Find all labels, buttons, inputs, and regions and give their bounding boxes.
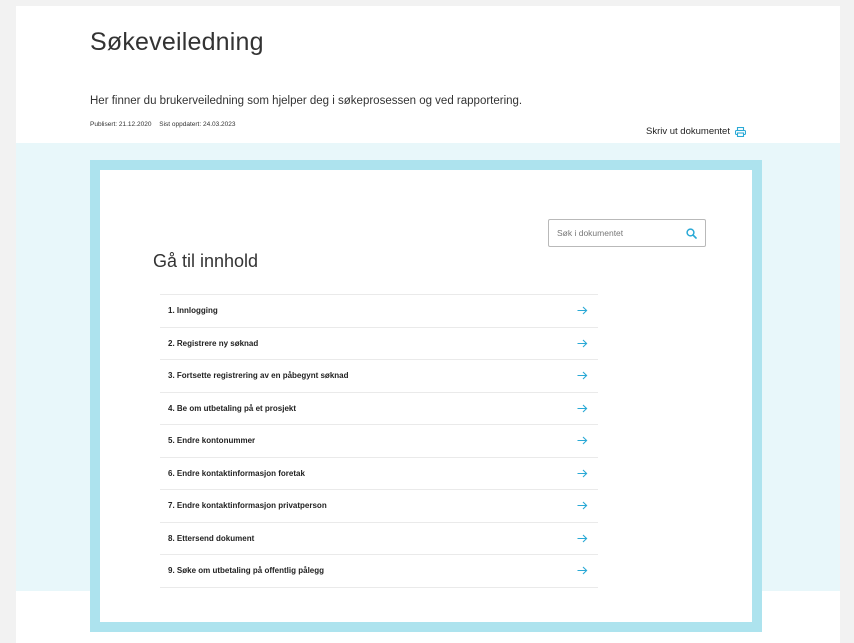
toc-item-ettersend-dokument[interactable]: 8. Ettersend dokument — [160, 523, 598, 555]
toc-item-label: 9. Søke om utbetaling på offentlig påleg… — [168, 566, 325, 576]
toc-item-soke-om-utbetaling-offentlig[interactable]: 9. Søke om utbetaling på offentlig påleg… — [160, 555, 598, 588]
toc-heading: Gå til innhold — [153, 251, 259, 271]
toc-item-registrere-ny-soknad[interactable]: 2. Registrere ny søknad — [160, 328, 598, 360]
intro-text: Her finner du brukerveiledning som hjelp… — [90, 95, 523, 107]
arrow-right-icon — [577, 501, 588, 510]
updated-date: Sist oppdatert: 24.03.2023 — [159, 121, 236, 128]
arrow-right-icon — [577, 371, 588, 380]
arrow-right-icon — [577, 306, 588, 315]
toc-item-label: 3. Fortsette registrering av en påbegynt… — [168, 371, 349, 381]
toc-item-endre-kontaktinfo-foretak[interactable]: 6. Endre kontaktinformasjon foretak — [160, 458, 598, 490]
toc-item-endre-kontonummer[interactable]: 5. Endre kontonummer — [160, 425, 598, 458]
date-info: Publisert: 21.12.2020 Sist oppdatert: 24… — [90, 121, 236, 128]
published-date: Publisert: 21.12.2020 — [90, 121, 152, 128]
arrow-right-icon — [577, 534, 588, 543]
toc-list: 1. Innlogging 2. Registrere ny søknad 3.… — [160, 294, 598, 588]
guide-card: Gå til innhold 1. Innlogging 2. Registre… — [100, 170, 752, 622]
printer-icon — [734, 126, 746, 137]
toc-item-label: 2. Registrere ny søknad — [168, 338, 259, 348]
document-search — [548, 219, 706, 247]
toc-item-label: 4. Be om utbetaling på et prosjekt — [168, 403, 297, 413]
toc-item-innlogging[interactable]: 1. Innlogging — [160, 295, 598, 328]
search-input[interactable] — [557, 228, 686, 238]
toc-item-endre-kontaktinfo-privatperson[interactable]: 7. Endre kontaktinformasjon privatperson — [160, 490, 598, 523]
search-icon[interactable] — [686, 227, 697, 239]
guide-card-frame: Gå til innhold 1. Innlogging 2. Registre… — [90, 160, 762, 632]
arrow-right-icon — [577, 469, 588, 478]
page-title: Søkeveiledning — [90, 28, 264, 56]
header: Søkeveiledning Her finner du brukerveile… — [16, 6, 840, 143]
arrow-right-icon — [577, 404, 588, 413]
toc-item-label: 6. Endre kontaktinformasjon foretak — [168, 468, 305, 478]
toc-item-fortsette-registrering[interactable]: 3. Fortsette registrering av en påbegynt… — [160, 360, 598, 393]
arrow-right-icon — [577, 339, 588, 348]
toc-item-label: 5. Endre kontonummer — [168, 436, 256, 446]
print-label: Skriv ut dokumentet — [646, 126, 730, 137]
arrow-right-icon — [577, 436, 588, 445]
toc-item-label: 1. Innlogging — [168, 306, 218, 316]
page: Søkeveiledning Her finner du brukerveile… — [16, 6, 840, 643]
toc-item-label: 8. Ettersend dokument — [168, 533, 255, 543]
arrow-right-icon — [577, 566, 588, 575]
print-document-link[interactable]: Skriv ut dokumentet — [646, 126, 746, 137]
toc-item-be-om-utbetaling[interactable]: 4. Be om utbetaling på et prosjekt — [160, 393, 598, 425]
toc-item-label: 7. Endre kontaktinformasjon privatperson — [168, 501, 327, 511]
